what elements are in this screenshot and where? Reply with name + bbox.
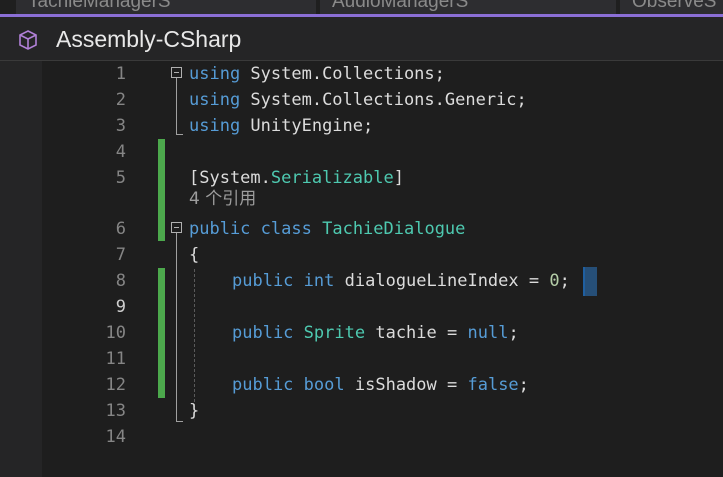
keyword: bool: [303, 375, 345, 395]
code-line-12[interactable]: public bool isShadow = false;: [0, 372, 723, 398]
tab-tachie-manager[interactable]: TachieManagerS: [16, 0, 316, 14]
number-literal: 0: [549, 271, 560, 291]
text-cursor: [583, 267, 597, 296]
tab-audio-manager[interactable]: AudioManagerS: [320, 0, 616, 14]
class-name: TachieDialogue: [322, 219, 466, 239]
keyword: int: [303, 271, 335, 291]
code-line-13[interactable]: }: [0, 398, 723, 424]
project-title: Assembly-CSharp: [56, 26, 242, 52]
code-text: System.Collections.Generic;: [240, 90, 527, 110]
code-line-5[interactable]: [System.Serializable]: [0, 165, 723, 191]
keyword: using: [189, 90, 241, 110]
codelens-references[interactable]: 4 个引用: [189, 187, 256, 211]
type-name: Sprite: [303, 323, 366, 343]
keyword: using: [189, 64, 241, 84]
line-number: 4: [115, 142, 126, 162]
code-text: System.Collections;: [240, 64, 445, 84]
keyword: public: [232, 323, 294, 343]
field-name: isShadow: [354, 375, 437, 395]
code-line-8[interactable]: public int dialogueLineIndex = 0;: [0, 268, 723, 294]
line-number: 11: [105, 349, 126, 369]
keyword: class: [260, 219, 312, 239]
attribute-open: [System.: [189, 168, 271, 188]
keyword: using: [189, 116, 241, 136]
project-navigation-bar[interactable]: Assembly-CSharp: [0, 17, 723, 61]
code-line-1[interactable]: using System.Collections;: [0, 61, 723, 87]
code-line-7[interactable]: {: [0, 242, 723, 268]
tab-observe[interactable]: ObserveS: [620, 0, 723, 14]
csharp-project-icon: [18, 30, 38, 50]
open-brace: {: [189, 245, 200, 265]
field-name: dialogueLineIndex: [344, 271, 519, 291]
null-literal: null: [467, 323, 509, 343]
field-name: tachie: [375, 323, 437, 343]
code-editor[interactable]: 1 2 3 4 5 6 7 8 9 10 11 12 13 14 using S…: [0, 61, 723, 477]
code-line-2[interactable]: using System.Collections.Generic;: [0, 87, 723, 113]
code-text: UnityEngine;: [240, 116, 374, 136]
bool-literal: false: [467, 375, 519, 395]
keyword: public: [189, 219, 251, 239]
document-tab-strip: TachieManagerS AudioManagerS ObserveS: [0, 0, 723, 17]
keyword: public: [232, 271, 294, 291]
attribute-type: Serializable: [270, 168, 394, 188]
code-line-3[interactable]: using UnityEngine;: [0, 113, 723, 139]
code-line-10[interactable]: public Sprite tachie = null;: [0, 320, 723, 346]
attribute-close: ]: [393, 168, 404, 188]
line-number: 14: [105, 427, 126, 447]
current-line-number: 9: [115, 297, 126, 317]
close-brace: }: [189, 401, 200, 421]
keyword: public: [232, 375, 294, 395]
code-line-6[interactable]: public class TachieDialogue: [0, 216, 723, 242]
